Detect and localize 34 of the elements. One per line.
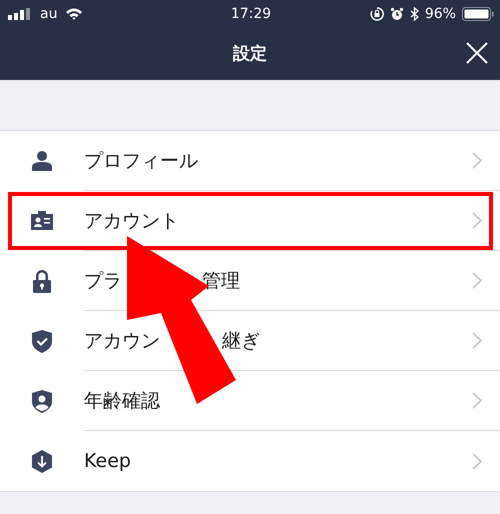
battery-percent: 96% (424, 6, 456, 22)
download-hexagon-icon (31, 450, 53, 472)
shield-person-icon (31, 390, 53, 412)
alarm-clock-icon (390, 6, 404, 20)
item-label: プラ (84, 268, 122, 294)
padlock-icon (31, 270, 53, 292)
clock-time: 17:29 (230, 6, 272, 22)
rotation-lock-icon (370, 6, 384, 20)
carrier-name: au (40, 6, 58, 22)
item-label: 継ぎ (222, 328, 260, 354)
signal-icon (8, 8, 32, 20)
settings-item[interactable]: Keep (0, 431, 500, 491)
wifi-icon (65, 7, 84, 20)
chevron-right-icon (472, 152, 482, 169)
chevron-right-icon (472, 272, 482, 289)
settings-item[interactable]: アカウント (0, 191, 500, 251)
battery-icon (462, 6, 494, 20)
close-button[interactable] (466, 42, 488, 64)
chevron-right-icon (472, 392, 482, 409)
settings-item[interactable]: プロフィール (0, 131, 500, 191)
screen-title: 設定 (233, 43, 267, 65)
item-label: プロフィール (84, 148, 198, 174)
chevron-right-icon (472, 452, 482, 470)
bluetooth-icon (410, 6, 419, 20)
item-label: 管理 (202, 268, 240, 294)
shield-check-icon (31, 330, 53, 352)
person-icon (31, 150, 53, 172)
chevron-right-icon (472, 332, 482, 349)
item-label: アカウン (84, 328, 160, 354)
id-card-icon (31, 210, 53, 232)
item-label: Keep (84, 450, 131, 472)
item-label: 年齢確認 (84, 388, 160, 414)
chevron-right-icon (472, 212, 482, 229)
item-label: アカウント (84, 208, 179, 234)
